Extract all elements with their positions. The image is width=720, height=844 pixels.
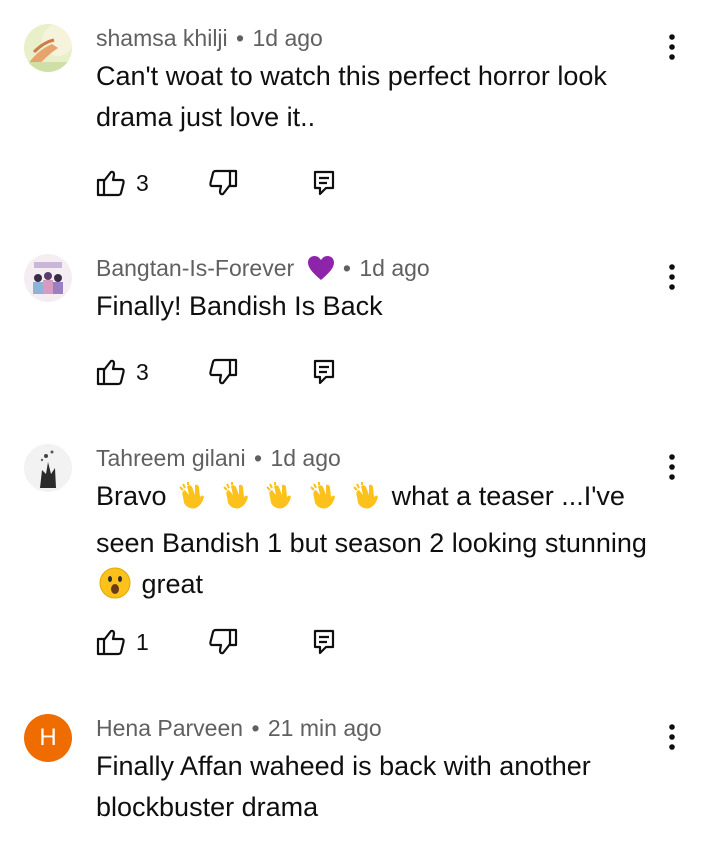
reply-button[interactable] [312, 168, 336, 198]
avatar[interactable] [24, 254, 72, 302]
more-vert-icon[interactable] [660, 450, 684, 484]
comment-item: Bangtan-Is-Forever • 1d ago Finally! Ban… [0, 230, 720, 420]
like-button[interactable]: 3 [96, 168, 149, 198]
clapping-hands-emoji [221, 481, 251, 523]
comment-meta: Tahreem gilani • 1d ago [96, 444, 341, 472]
avatar-letter: H [39, 724, 57, 751]
thumbs-down-icon [209, 358, 238, 385]
comment-meta: Bangtan-Is-Forever • 1d ago [96, 254, 430, 287]
avatar[interactable] [24, 24, 72, 72]
like-count: 1 [136, 628, 149, 655]
dislike-button[interactable] [208, 627, 238, 657]
reply-button[interactable] [312, 357, 336, 387]
reply-icon [313, 359, 335, 385]
comment-actions: 3 [96, 168, 396, 198]
dislike-button[interactable] [208, 168, 238, 198]
like-button[interactable]: 1 [96, 627, 149, 657]
avatar[interactable]: H [24, 714, 72, 762]
reply-icon [313, 170, 335, 196]
thumbs-up-icon [96, 359, 125, 386]
comment-item: Tahreem gilani • 1d ago Bravo what a tea… [0, 420, 720, 700]
like-button[interactable]: 3 [96, 357, 149, 387]
clapping-hands-emoji [264, 481, 294, 523]
meta-separator: • [236, 25, 245, 51]
meta-separator: • [251, 715, 260, 741]
more-vert-icon[interactable] [660, 30, 684, 64]
comment-item: shamsa khilji • 1d ago Can't woat to wat… [0, 0, 720, 230]
astonished-face-emoji [99, 567, 131, 611]
comment-text: Can't woat to watch this perfect horror … [96, 61, 607, 132]
reply-icon [313, 629, 335, 655]
clapping-hands-emoji [308, 481, 338, 523]
comment-actions: 1 [96, 627, 396, 657]
more-vert-icon[interactable] [660, 260, 684, 294]
meta-separator: • [253, 445, 263, 471]
comment-text: Finally Affan waheed is back with anothe… [96, 751, 591, 822]
timestamp[interactable]: 1d ago [270, 445, 340, 471]
author-name[interactable]: Bangtan-Is-Forever [96, 255, 294, 281]
comment-meta: Hena Parveen • 21 min ago [96, 714, 382, 742]
more-vert-icon[interactable] [660, 720, 684, 754]
thumbs-down-icon [209, 169, 238, 196]
timestamp[interactable]: 1d ago [359, 255, 429, 281]
comment-meta: shamsa khilji • 1d ago [96, 24, 323, 52]
dislike-button[interactable] [208, 357, 238, 387]
meta-separator: • [342, 255, 351, 281]
comment-text: Finally! Bandish Is Back [96, 291, 383, 321]
like-count: 3 [136, 358, 149, 385]
comment-text-part: Bravo [96, 481, 167, 511]
clapping-hands-emoji [177, 481, 207, 523]
author-name[interactable]: Hena Parveen [96, 715, 243, 741]
avatar[interactable] [24, 444, 72, 492]
thumbs-down-icon [209, 628, 238, 655]
comment-item: H Hena Parveen • 21 min ago Finally Affa… [0, 690, 720, 844]
thumbs-up-icon [96, 170, 125, 197]
author-name[interactable]: Tahreem gilani [96, 445, 246, 471]
comment-text: Bravo what a teaser ...I've seen Bandish… [96, 476, 686, 611]
author-name[interactable]: shamsa khilji [96, 25, 228, 51]
timestamp[interactable]: 1d ago [253, 25, 323, 51]
purple-heart-icon [307, 255, 335, 287]
clapping-hands-emoji [351, 481, 381, 523]
like-count: 3 [136, 169, 149, 196]
reply-button[interactable] [312, 627, 336, 657]
timestamp[interactable]: 21 min ago [268, 715, 382, 741]
thumbs-up-icon [96, 629, 125, 656]
comment-text-part: great [141, 569, 204, 599]
comment-actions: 3 [96, 357, 396, 387]
